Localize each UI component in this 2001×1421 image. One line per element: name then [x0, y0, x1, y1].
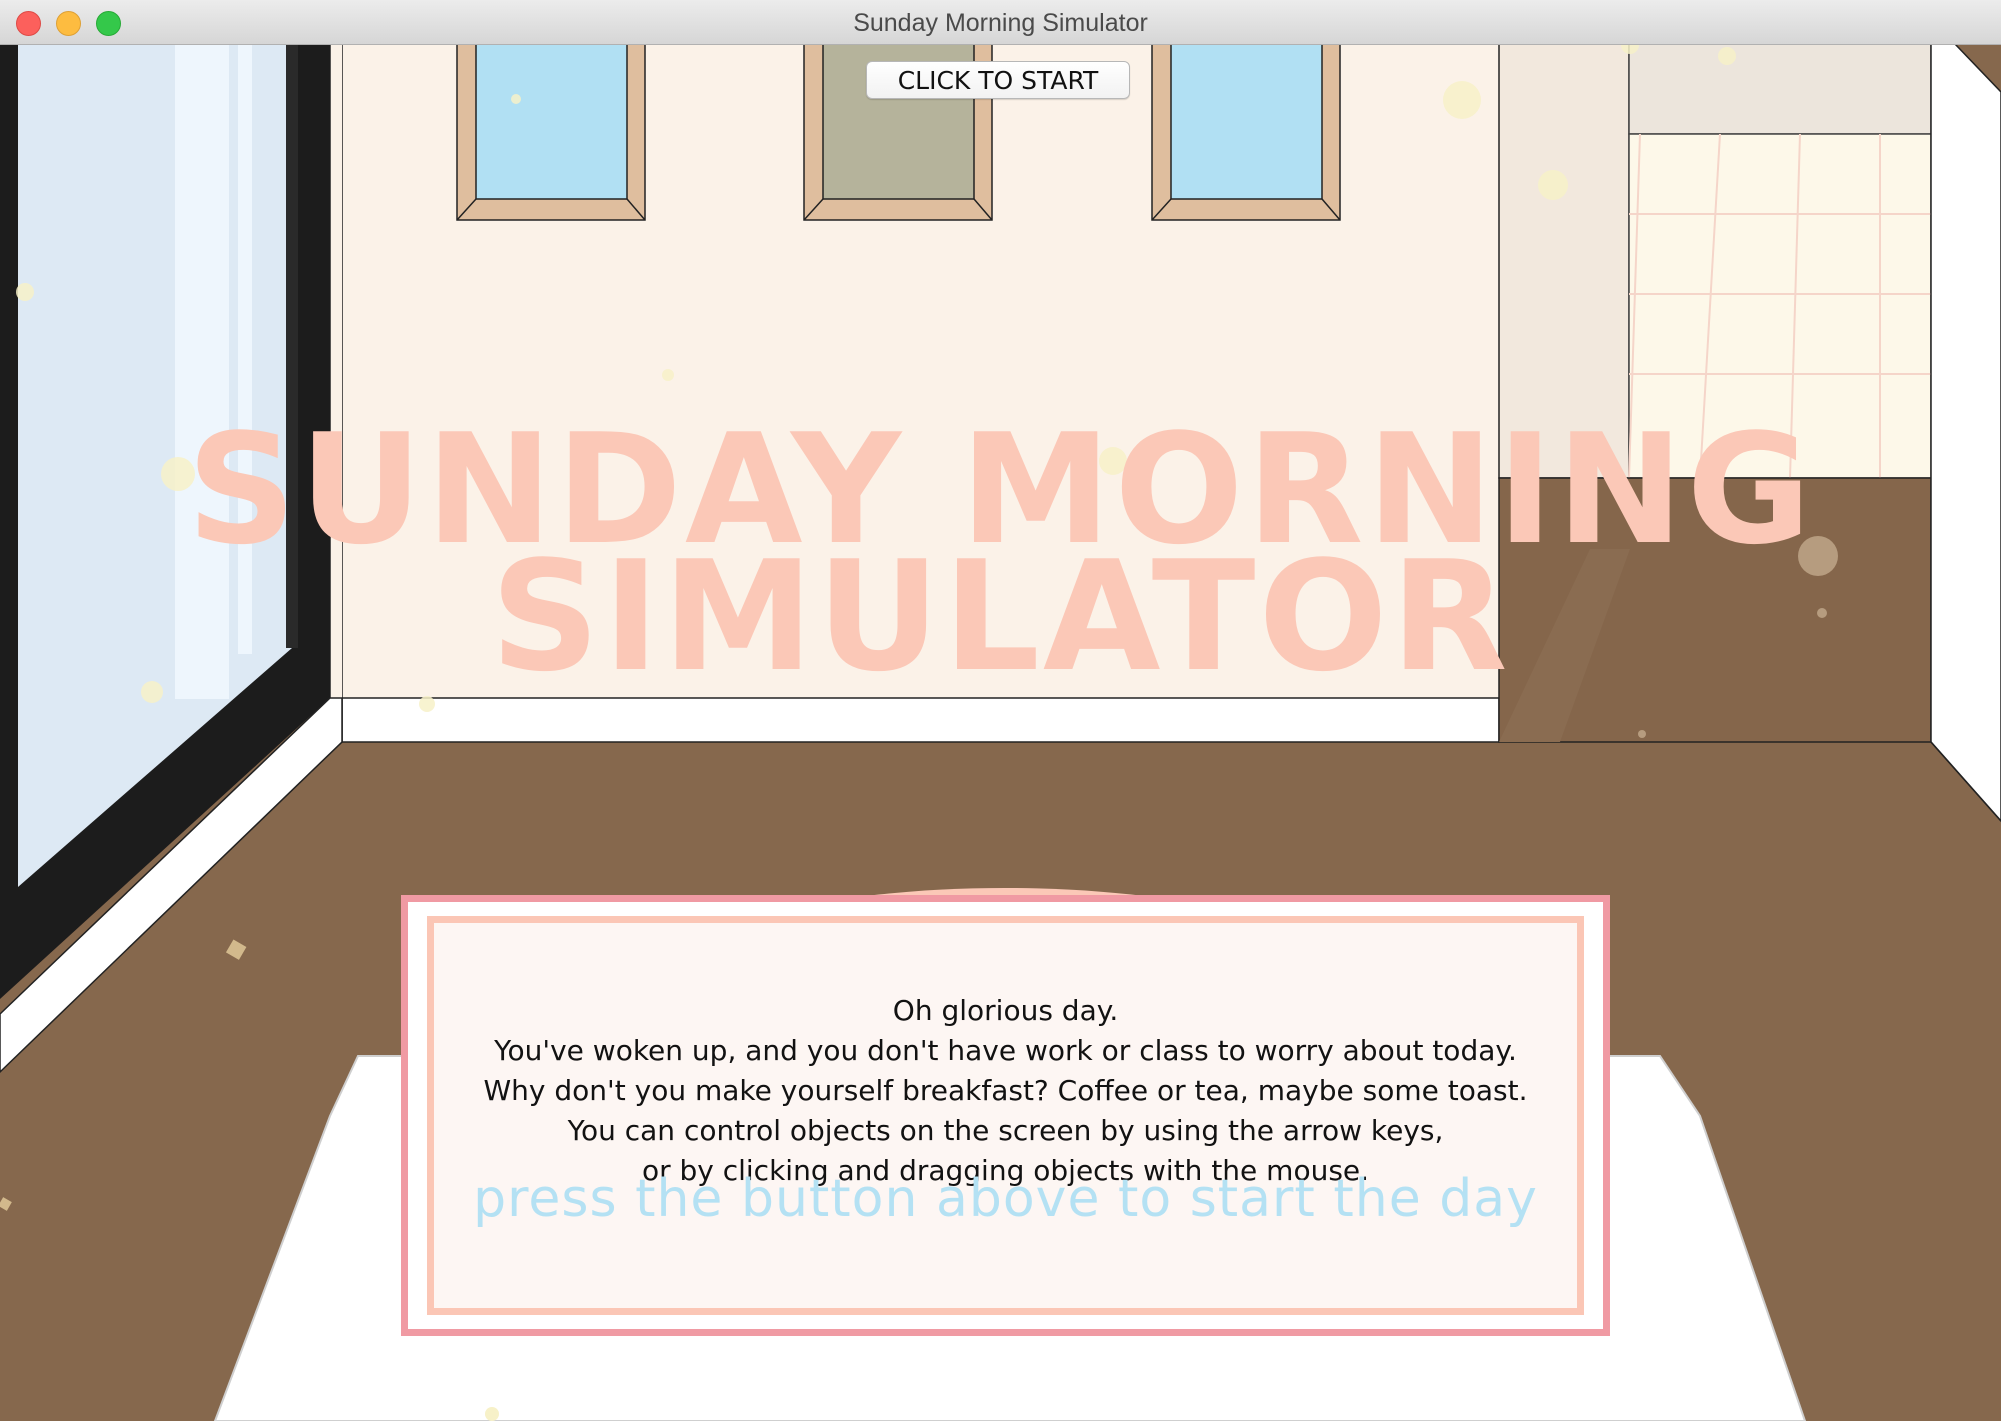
- game-title-line2: SIMULATOR: [490, 528, 1511, 705]
- intro-line: Why don't you make yourself breakfast? C…: [483, 1074, 1528, 1107]
- picture-frame-right: [1151, 44, 1341, 221]
- intro-line: You can control objects on the screen by…: [567, 1114, 1444, 1147]
- intro-line: Oh glorious day.: [892, 994, 1119, 1027]
- window-title: Sunday Morning Simulator: [853, 9, 1148, 37]
- game-window: Sunday Morning Simulator SUNDAY MORNING …: [0, 0, 2001, 1421]
- back-room-wall: [1628, 44, 1932, 135]
- intro-dialog-inner: Oh glorious day. You've woken up, and yo…: [427, 916, 1584, 1315]
- game-canvas[interactable]: SUNDAY MORNING SIMULATOR CLICK TO START …: [0, 44, 2001, 1421]
- start-hint: press the button above to start the day: [473, 1169, 1538, 1229]
- intro-line: You've woken up, and you don't have work…: [494, 1034, 1517, 1067]
- intro-dialog: Oh glorious day. You've woken up, and yo…: [401, 895, 1610, 1336]
- title-bar: Sunday Morning Simulator: [0, 0, 2001, 45]
- start-button[interactable]: CLICK TO START: [866, 61, 1130, 99]
- intro-message: Oh glorious day. You've woken up, and yo…: [434, 991, 1577, 1191]
- picture-frame-left: [456, 44, 646, 221]
